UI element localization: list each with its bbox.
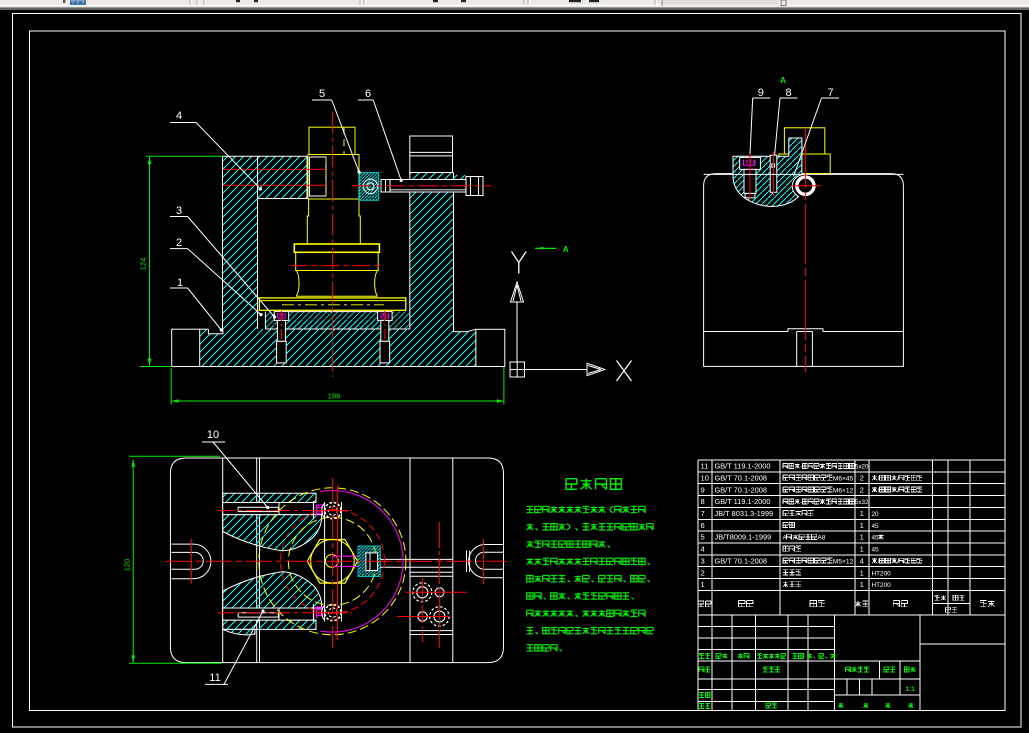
svg-text:M6×45: M6×45 (833, 475, 854, 482)
svg-text:7: 7 (827, 87, 833, 99)
svg-text:-: - (800, 499, 802, 506)
svg-text:8: 8 (785, 87, 791, 99)
svg-text:6: 6 (365, 88, 371, 100)
svg-text:-: - (800, 464, 802, 471)
svg-text:6: 6 (701, 521, 705, 530)
svg-text:HT200: HT200 (872, 582, 892, 589)
svg-text:HT200: HT200 (872, 570, 892, 577)
svg-text:A: A (780, 76, 786, 85)
svg-text:1: 1 (860, 568, 864, 577)
svg-text:10: 10 (701, 473, 709, 482)
svg-text:2: 2 (860, 485, 864, 494)
svg-text:1: 1 (860, 509, 864, 518)
svg-text:1: 1 (860, 533, 864, 542)
svg-text:1:1: 1:1 (906, 686, 916, 693)
svg-text:A8: A8 (817, 535, 825, 542)
svg-text:4: 4 (701, 545, 705, 554)
svg-text:GB/T 70.1-2008: GB/T 70.1-2008 (715, 556, 767, 565)
svg-text:2: 2 (176, 237, 182, 249)
svg-text:JB/T8009.1-1999: JB/T8009.1-1999 (715, 533, 772, 542)
svg-text:GB/T 119.1-2000: GB/T 119.1-2000 (715, 462, 771, 471)
svg-text:M6×12: M6×12 (833, 487, 854, 494)
svg-text:5x20: 5x20 (855, 464, 869, 471)
svg-text:2: 2 (701, 568, 705, 577)
svg-text:120: 120 (123, 559, 132, 572)
svg-text:JB/T 8031.3-1999: JB/T 8031.3-1999 (715, 509, 774, 518)
svg-text:20: 20 (872, 511, 880, 518)
svg-text:45: 45 (872, 547, 880, 554)
svg-text:9: 9 (758, 87, 764, 99)
svg-text:2: 2 (860, 473, 864, 482)
svg-text:1: 1 (177, 277, 183, 289)
svg-text:11: 11 (209, 672, 220, 684)
svg-text:5: 5 (701, 533, 705, 542)
svg-text:11: 11 (701, 462, 709, 471)
svg-text:196: 196 (328, 392, 341, 401)
svg-text:1: 1 (860, 545, 864, 554)
svg-text:GB/T 70.1-2008: GB/T 70.1-2008 (715, 473, 767, 482)
svg-text:1: 1 (860, 580, 864, 589)
svg-text:M5×12: M5×12 (833, 558, 854, 565)
svg-text:GB/T 70.1-2008: GB/T 70.1-2008 (715, 485, 767, 494)
svg-text:1: 1 (860, 521, 864, 530)
svg-text:9: 9 (701, 485, 705, 494)
svg-text:8: 8 (701, 497, 705, 506)
svg-text:4: 4 (176, 110, 182, 122)
svg-text:GB/T 119.1-2000: GB/T 119.1-2000 (715, 497, 771, 506)
svg-text:1: 1 (701, 580, 705, 589)
svg-text:45: 45 (872, 535, 880, 542)
svg-text:45: 45 (872, 523, 880, 530)
svg-text:4: 4 (860, 556, 864, 565)
svg-text:124: 124 (139, 258, 148, 271)
svg-text:A: A (563, 245, 569, 254)
svg-text:7: 7 (701, 509, 705, 518)
svg-text:10: 10 (207, 429, 219, 441)
svg-text:5x32: 5x32 (855, 499, 869, 506)
svg-text:3: 3 (701, 556, 705, 565)
svg-text:5: 5 (319, 88, 325, 100)
svg-text:3: 3 (176, 205, 182, 217)
